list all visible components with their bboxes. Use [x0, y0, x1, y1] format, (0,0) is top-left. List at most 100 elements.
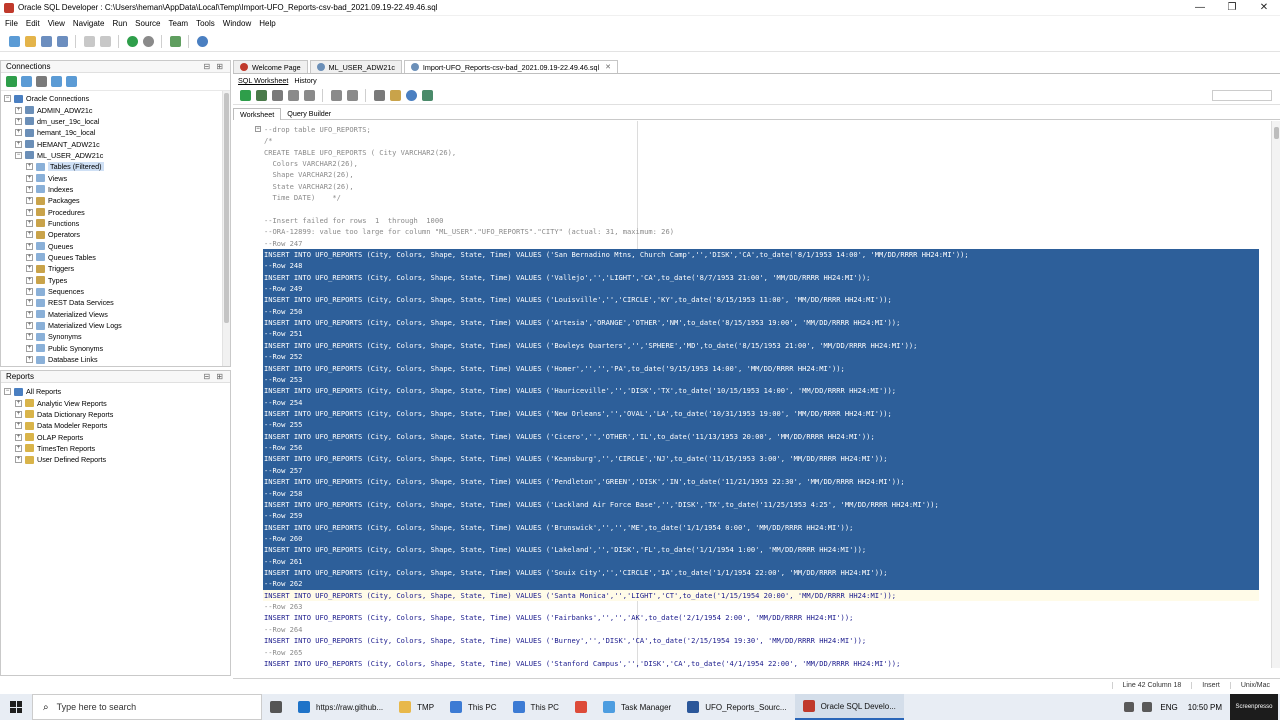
- taskbar-explorer-this-pc-1[interactable]: This PC: [442, 694, 504, 720]
- close-tab-icon[interactable]: ✕: [605, 63, 611, 71]
- sql-history-icon[interactable]: [405, 90, 417, 101]
- expand-icon[interactable]: +: [26, 288, 33, 296]
- menu-help[interactable]: Help: [256, 19, 278, 28]
- clock[interactable]: 10:50 PM: [1188, 703, 1222, 712]
- cloud-icon[interactable]: [196, 36, 208, 47]
- connections-tree-item[interactable]: + Operators: [4, 229, 230, 240]
- expand-icon[interactable]: +: [26, 219, 33, 227]
- connections-tree-item[interactable]: + Queues: [4, 240, 230, 251]
- connections-tree-item[interactable]: + Sequences: [4, 286, 230, 297]
- open-icon[interactable]: [24, 36, 36, 47]
- connections-tree-item[interactable]: + Views: [4, 172, 230, 183]
- menu-navigate[interactable]: Navigate: [70, 19, 108, 28]
- taskbar-chrome[interactable]: [567, 694, 595, 720]
- format-icon[interactable]: [421, 90, 433, 101]
- connections-tree-item[interactable]: + Procedures: [4, 206, 230, 217]
- save-icon[interactable]: [40, 36, 52, 47]
- add-connection-icon[interactable]: [6, 76, 17, 87]
- connections-tree-item[interactable]: + Packages: [4, 195, 230, 206]
- menu-edit[interactable]: Edit: [23, 19, 43, 28]
- connections-tree-item[interactable]: + Database Links: [4, 354, 230, 365]
- menu-team[interactable]: Team: [166, 19, 192, 28]
- collapse-icon[interactable]: −: [4, 95, 11, 103]
- expand-icon[interactable]: +: [26, 322, 33, 330]
- expand-icon[interactable]: +: [15, 433, 22, 441]
- clear-icon[interactable]: [389, 90, 401, 101]
- connections-tree-item[interactable]: + Materialized Views: [4, 309, 230, 320]
- close-button[interactable]: ✕: [1248, 0, 1280, 16]
- editor-scrollbar[interactable]: [1271, 121, 1280, 668]
- expand-icon[interactable]: +: [26, 253, 33, 261]
- menu-tools[interactable]: Tools: [193, 19, 218, 28]
- document-tab[interactable]: Welcome Page: [233, 60, 308, 73]
- run-script-icon[interactable]: [255, 90, 267, 101]
- menu-view[interactable]: View: [45, 19, 68, 28]
- expand-icon[interactable]: +: [15, 129, 22, 137]
- import-icon[interactable]: [66, 76, 77, 87]
- panel-controls-icon[interactable]: ⊟ ⊞: [203, 372, 225, 381]
- connections-tree-item[interactable]: + Queues Tables: [4, 252, 230, 263]
- schema-browser-icon[interactable]: [51, 76, 62, 87]
- expand-icon[interactable]: +: [15, 422, 22, 430]
- autotrace-icon[interactable]: [287, 90, 299, 101]
- reports-tree-item[interactable]: + Data Dictionary Reports: [4, 409, 230, 420]
- panel-controls-icon[interactable]: ⊟ ⊞: [203, 62, 225, 71]
- fold-toggle-icon[interactable]: −: [255, 126, 261, 132]
- expand-icon[interactable]: +: [26, 208, 33, 216]
- connections-tree-item[interactable]: + Public Synonyms: [4, 343, 230, 354]
- menu-file[interactable]: File: [2, 19, 21, 28]
- expand-icon[interactable]: +: [26, 276, 33, 284]
- rollback-icon[interactable]: [330, 90, 342, 101]
- taskbar-explorer-tmp[interactable]: TMP: [391, 694, 442, 720]
- expand-icon[interactable]: +: [26, 333, 33, 341]
- run-statement-icon[interactable]: [239, 90, 251, 101]
- sql-icon[interactable]: [169, 36, 181, 47]
- connections-tree-item[interactable]: − ML_USER_ADW21c: [4, 150, 230, 161]
- connections-tree-item[interactable]: + Types: [4, 275, 230, 286]
- expand-icon[interactable]: +: [15, 410, 22, 418]
- expand-icon[interactable]: +: [26, 242, 33, 250]
- connections-tree-item[interactable]: − Oracle Connections: [4, 93, 230, 104]
- menu-window[interactable]: Window: [220, 19, 254, 28]
- document-tab[interactable]: Import-UFO_Reports-csv-bad_2021.09.19-22…: [403, 60, 618, 73]
- expand-icon[interactable]: +: [15, 456, 22, 464]
- connections-tree-item[interactable]: + REST Data Services: [4, 297, 230, 308]
- connections-tree-item[interactable]: + Tables (Filtered): [4, 161, 230, 172]
- undo-icon[interactable]: [83, 36, 95, 47]
- taskbar-search[interactable]: ⌕ Type here to search: [32, 694, 262, 720]
- connections-tree-item[interactable]: + Indexes: [4, 184, 230, 195]
- menu-run[interactable]: Run: [109, 19, 130, 28]
- minimize-button[interactable]: —: [1184, 0, 1216, 16]
- connections-tree-item[interactable]: + ADMIN_ADW21c: [4, 104, 230, 115]
- expand-icon[interactable]: +: [26, 231, 33, 239]
- connections-tree-item[interactable]: + HEMANT_ADW21c: [4, 138, 230, 149]
- expand-icon[interactable]: +: [15, 117, 22, 125]
- reports-tree-item[interactable]: + Analytic View Reports: [4, 397, 230, 408]
- reports-tree-item[interactable]: + TimesTen Reports: [4, 443, 230, 454]
- connection-selector[interactable]: [1212, 90, 1272, 101]
- connections-tree-item[interactable]: + Materialized View Logs: [4, 320, 230, 331]
- expand-icon[interactable]: +: [15, 106, 22, 114]
- start-button[interactable]: [0, 694, 32, 720]
- tab-query-builder[interactable]: Query Builder: [281, 108, 337, 120]
- connections-tree-item[interactable]: + hemant_19c_local: [4, 127, 230, 138]
- volume-icon[interactable]: [1142, 702, 1153, 712]
- taskbar-task-manager[interactable]: Task Manager: [595, 694, 679, 720]
- expand-icon[interactable]: +: [26, 299, 33, 307]
- expand-icon[interactable]: +: [26, 356, 33, 364]
- menu-source[interactable]: Source: [132, 19, 163, 28]
- maximize-button[interactable]: ❐: [1216, 0, 1248, 16]
- filter-icon[interactable]: [36, 76, 47, 87]
- expand-icon[interactable]: +: [15, 399, 22, 407]
- sql-tuning-icon[interactable]: [346, 90, 358, 101]
- tab-worksheet[interactable]: Worksheet: [233, 107, 282, 120]
- language-indicator[interactable]: ENG: [1160, 703, 1177, 712]
- collapse-icon[interactable]: −: [15, 151, 22, 159]
- connections-tree-item[interactable]: + dm_user_19c_local: [4, 116, 230, 127]
- back-icon[interactable]: [126, 36, 138, 47]
- taskbar-explorer-this-pc-2[interactable]: This PC: [505, 694, 567, 720]
- refresh-icon[interactable]: [21, 76, 32, 87]
- taskbar-edge-browser[interactable]: https://raw.github...: [290, 694, 391, 720]
- unshared-icon[interactable]: [373, 90, 385, 101]
- reports-tree-item[interactable]: + OLAP Reports: [4, 431, 230, 442]
